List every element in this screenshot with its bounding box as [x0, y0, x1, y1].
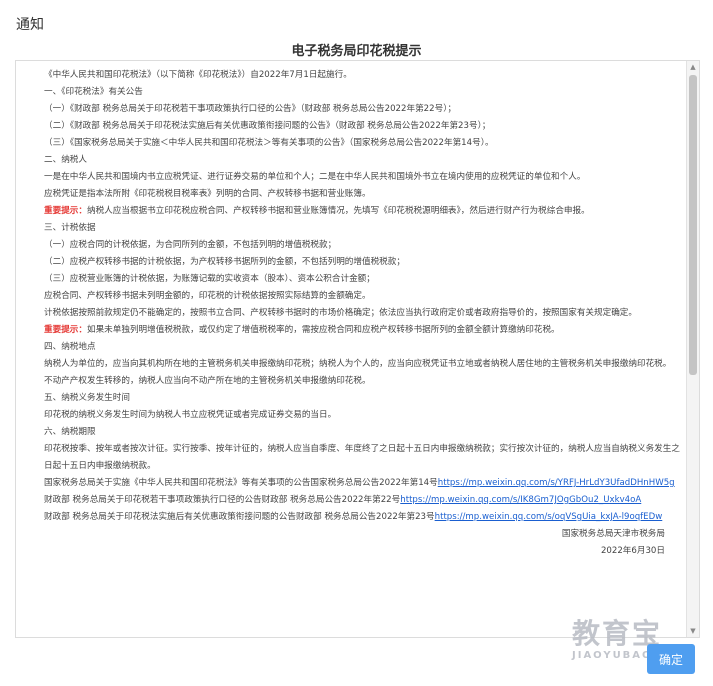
reference-item: 财政部 税务总局关于印花税若干事项政策执行口径的公告财政部 税务总局公告2022… [24, 492, 681, 509]
signature: 国家税务总局天津市税务局 [561, 529, 665, 539]
section-4-title: 四、纳税地点 [44, 342, 96, 352]
section-1-item: （三）《国家税务总局关于实施＜中华人民共和国印花税法＞等有关事项的公告》（国家税… [44, 138, 494, 148]
section-3-item: （二）应税产权转移书据的计税依据，为产权转移书据所列的金额，不包括列明的增值税税… [44, 257, 405, 267]
important-tip-label: 重要提示： [44, 206, 87, 216]
section-3-para: 计税依据按照前款规定仍不能确定的，按照书立合同、产权转移书据时的市场价格确定；依… [44, 308, 637, 318]
section-3-tip: 重要提示：如果未单独列明增值税税款，或仅约定了增值税税率的，需按应税合同和应税产… [24, 322, 681, 339]
reference-text: 财政部 税务总局关于印花税法实施后有关优惠政策衔接问题的公告财政部 税务总局公告… [44, 512, 435, 522]
dialog-title: 通知 [16, 17, 44, 33]
scroll-up-arrow-icon[interactable]: ▲ [687, 61, 699, 73]
reference-text: 财政部 税务总局关于印花税若干事项政策执行口径的公告财政部 税务总局公告2022… [44, 495, 401, 505]
section-4-para: 纳税人为单位的，应当向其机构所在地的主管税务机关申报缴纳印花税；纳税人为个人的，… [44, 359, 672, 369]
scroll-down-arrow-icon[interactable]: ▼ [687, 625, 699, 637]
reference-item: 国家税务总局关于实施《中华人民共和国印花税法》等有关事项的公告国家税务总局公告2… [24, 475, 681, 492]
reference-text: 国家税务总局关于实施《中华人民共和国印花税法》等有关事项的公告国家税务总局公告2… [44, 478, 438, 488]
section-5-para: 印花税的纳税义务发生时间为纳税人书立应税凭证或者完成证券交易的当日。 [44, 410, 337, 420]
reference-link[interactable]: https://mp.weixin.qq.com/s/IK8Gm7JOgGbOu… [400, 495, 641, 505]
section-4-para: 不动产产权发生转移的，纳税人应当向不动产所在地的主管税务机关申报缴纳印花税。 [44, 376, 371, 386]
important-tip-label: 重要提示： [44, 325, 87, 335]
section-2-para: 应税凭证是指本法所附《印花税税目税率表》列明的合同、产权转移书据和营业账簿。 [44, 189, 371, 199]
section-1-item: （二）《财政部 税务总局关于印花税法实施后有关优惠政策衔接问题的公告》（财政部 … [44, 121, 491, 131]
section-3-title: 三、计税依据 [44, 223, 96, 233]
section-1-item: （一）《财政部 税务总局关于印花税若干事项政策执行口径的公告》（财政部 税务总局… [44, 104, 457, 114]
section-5-title: 五、纳税义务发生时间 [44, 393, 130, 403]
notice-content: 《中华人民共和国印花税法》（以下简称《印花税法》）自2022年7月1日起施行。 … [24, 67, 681, 560]
section-1-title: 一、《印花税法》有关公告 [44, 87, 143, 97]
section-3-item: （一）应税合同的计税依据，为合同所列的金额，不包括列明的增值税税款； [44, 240, 337, 250]
section-2-title: 二、纳税人 [44, 155, 87, 165]
section-2-tip: 重要提示：纳税人应当根据书立印花税应税合同、产权转移书据和营业账簿情况，先填写《… [24, 203, 681, 220]
important-tip-text: 如果未单独列明增值税税款，或仅约定了增值税税率的，需按应税合同和应税产权转移书据… [86, 325, 560, 335]
section-3-para: 应税合同、产权转移书据未列明金额的，印花税的计税依据按照实际结算的金额确定。 [44, 291, 371, 301]
section-2-para: 一是在中华人民共和国境内书立应税凭证、进行证券交易的单位和个人；二是在中华人民共… [44, 172, 586, 182]
vertical-scrollbar[interactable]: ▲ ▼ [686, 61, 699, 637]
notice-heading: 电子税务局印花税提示 [291, 44, 422, 59]
confirm-button[interactable]: 确定 [647, 644, 695, 674]
reference-link[interactable]: https://mp.weixin.qq.com/s/oqVSgUia_kxJA… [435, 512, 663, 522]
reference-item: 财政部 税务总局关于印花税法实施后有关优惠政策衔接问题的公告财政部 税务总局公告… [24, 509, 681, 526]
reference-link[interactable]: https://mp.weixin.qq.com/s/YRFJ-HrLdY3Uf… [438, 478, 675, 488]
scrollbar-thumb[interactable] [689, 75, 697, 375]
section-6-title: 六、纳税期限 [44, 427, 96, 437]
notice-date: 2022年6月30日 [600, 546, 665, 556]
intro-text: 《中华人民共和国印花税法》（以下简称《印花税法》）自2022年7月1日起施行。 [44, 70, 352, 80]
notice-content-frame[interactable]: 《中华人民共和国印花税法》（以下简称《印花税法》）自2022年7月1日起施行。 … [15, 60, 700, 638]
important-tip-text: 纳税人应当根据书立印花税应税合同、产权转移书据和营业账簿情况，先填写《印花税税源… [86, 206, 590, 216]
section-6-para: 印花税按季、按年或者按次计征。实行按季、按年计征的，纳税人应当自季度、年度终了之… [44, 444, 680, 471]
section-3-item: （三）应税营业账簿的计税依据，为账簿记载的实收资本（股本）、资本公积合计金额； [44, 274, 375, 284]
